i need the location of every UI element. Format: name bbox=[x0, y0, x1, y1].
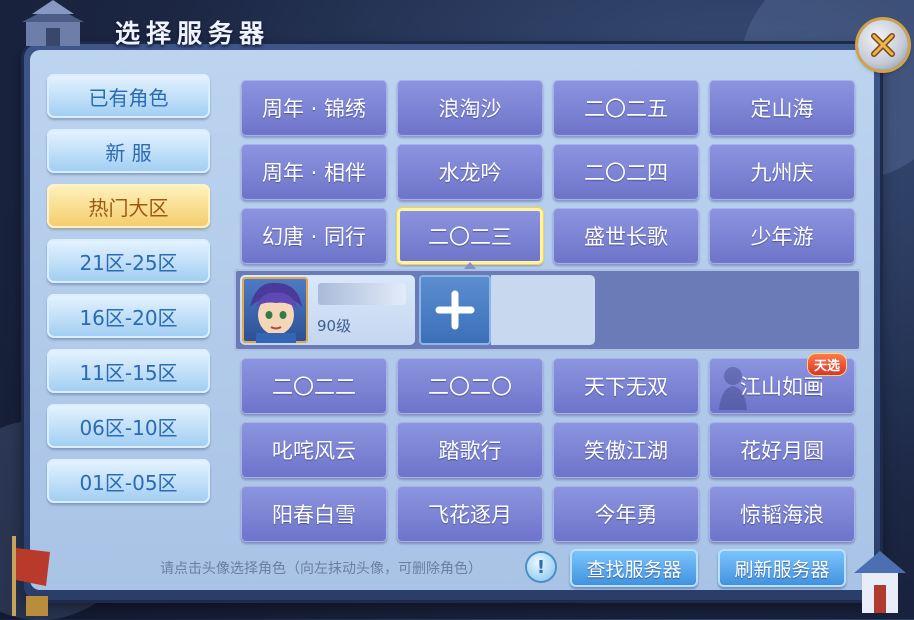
server-button[interactable]: 笑傲江湖 bbox=[553, 422, 699, 478]
server-button[interactable]: 盛世长歌 bbox=[553, 208, 699, 264]
add-character-button[interactable] bbox=[419, 275, 491, 345]
server-button[interactable]: 飞花逐月 bbox=[397, 486, 543, 542]
server-button[interactable]: 花好月圆 bbox=[709, 422, 855, 478]
server-button[interactable]: 天下无双 bbox=[553, 358, 699, 414]
server-button[interactable]: 幻唐 · 同行 bbox=[241, 208, 387, 264]
close-button[interactable] bbox=[858, 20, 908, 70]
server-button[interactable]: 定山海 bbox=[709, 80, 855, 136]
sidebar-item-21-25[interactable]: 21区-25区 bbox=[47, 239, 210, 283]
server-button[interactable]: 水龙吟 bbox=[397, 144, 543, 200]
dialog-title: 选择服务器 bbox=[115, 19, 271, 48]
info-icon[interactable]: ! bbox=[527, 553, 555, 581]
pavilion-icon bbox=[854, 551, 906, 613]
server-button[interactable]: 叱咤风云 bbox=[241, 422, 387, 478]
server-button[interactable]: 九州庆 bbox=[709, 144, 855, 200]
selected-server-button[interactable]: 二〇二三 bbox=[397, 208, 543, 264]
sidebar-item-11-15[interactable]: 11区-15区 bbox=[47, 349, 210, 393]
hint-text: 请点击头像选择角色（向左抹动头像，可删除角色） bbox=[160, 561, 482, 577]
banner-flag-icon bbox=[12, 536, 50, 616]
sidebar-item-06-10[interactable]: 06区-10区 bbox=[47, 404, 210, 448]
server-button[interactable]: 二〇二二 bbox=[241, 358, 387, 414]
empty-character-slot bbox=[491, 275, 595, 345]
character-avatar[interactable] bbox=[242, 277, 308, 343]
server-button[interactable]: 阳春白雪 bbox=[241, 486, 387, 542]
character-card[interactable]: 度 90级 bbox=[240, 275, 415, 345]
character-name: 度 bbox=[318, 283, 406, 305]
hero-portrait-icon bbox=[250, 282, 302, 343]
warrior-silhouette-icon bbox=[719, 367, 747, 410]
server-button[interactable]: 少年游 bbox=[709, 208, 855, 264]
server-button[interactable]: 二〇二〇 bbox=[397, 358, 543, 414]
server-button[interactable]: 惊韬海浪 bbox=[709, 486, 855, 542]
castle-icon bbox=[22, 0, 84, 46]
server-button[interactable]: 周年 · 锦绣 bbox=[241, 80, 387, 136]
sidebar-item-new-servers[interactable]: 新 服 bbox=[47, 129, 210, 173]
server-button[interactable]: 二〇二四 bbox=[553, 144, 699, 200]
server-button[interactable]: 周年 · 相伴 bbox=[241, 144, 387, 200]
refresh-server-button[interactable]: 刷新服务器 bbox=[718, 549, 846, 587]
sidebar-item-16-20[interactable]: 16区-20区 bbox=[47, 294, 210, 338]
server-button[interactable]: 今年勇 bbox=[553, 486, 699, 542]
sidebar-item-hot-regions[interactable]: 热门大区 bbox=[47, 184, 210, 228]
sidebar-item-01-05[interactable]: 01区-05区 bbox=[47, 459, 210, 503]
character-level: 90级 bbox=[317, 317, 352, 335]
server-button[interactable]: 踏歌行 bbox=[397, 422, 543, 478]
find-server-button[interactable]: 查找服务器 bbox=[570, 549, 698, 587]
close-icon bbox=[871, 33, 895, 57]
server-button[interactable]: 浪淘沙 bbox=[397, 80, 543, 136]
special-tag-badge: 天选 bbox=[808, 354, 847, 375]
plus-icon bbox=[435, 290, 475, 330]
server-button[interactable]: 二〇二五 bbox=[553, 80, 699, 136]
sidebar-item-existing-roles[interactable]: 已有角色 bbox=[47, 74, 210, 118]
